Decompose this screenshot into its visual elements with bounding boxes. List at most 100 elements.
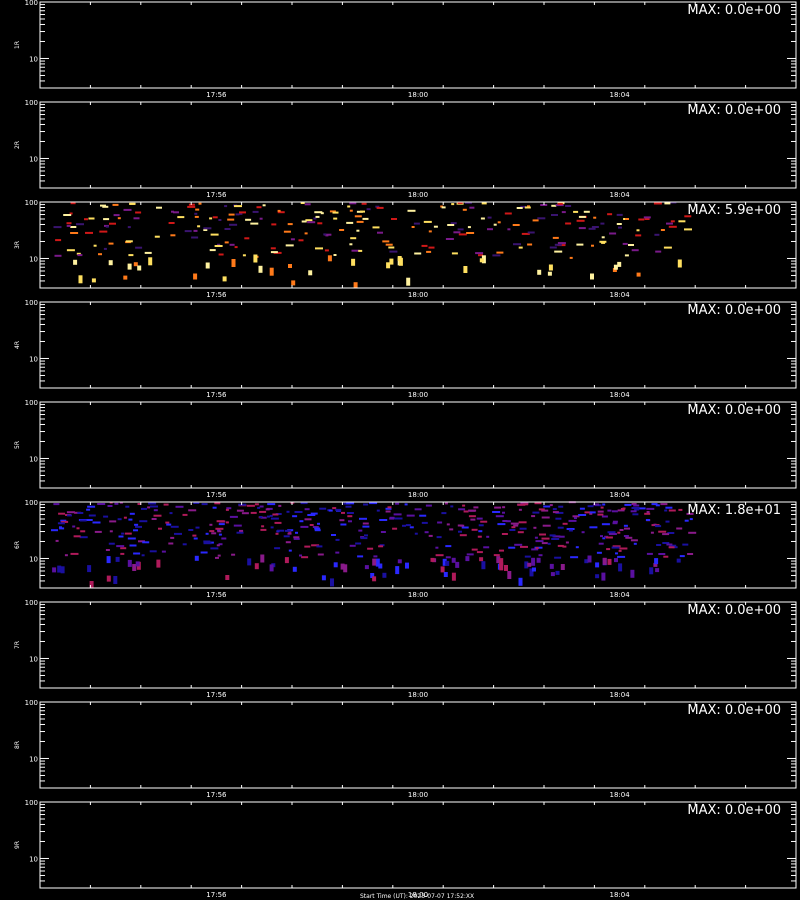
heatmap-cell (135, 246, 143, 249)
x-tick-label: 18:00 (408, 91, 428, 99)
heatmap-cell (552, 236, 559, 239)
heatmap-cell (54, 254, 62, 257)
heatmap-cell (87, 505, 96, 508)
heatmap-cell (261, 525, 265, 528)
heatmap-cell (269, 564, 274, 572)
heatmap-cell (541, 516, 550, 519)
heatmap-cell (599, 240, 607, 243)
heatmap-cell (197, 225, 201, 228)
heatmap-cell (195, 526, 200, 529)
heatmap-cell (411, 226, 415, 228)
heatmap-cell (614, 558, 618, 563)
heatmap-cell (64, 554, 68, 557)
heatmap-cell (235, 213, 240, 216)
heatmap-cell (468, 509, 477, 512)
heatmap-cell (216, 544, 220, 547)
heatmap-cell (389, 516, 395, 519)
heatmap-cell (227, 218, 235, 221)
heatmap-cell (335, 551, 340, 554)
heatmap-cell (120, 552, 125, 555)
y-axis-label: 1R (14, 41, 21, 49)
heatmap-cell (272, 513, 279, 516)
heatmap-cell (387, 506, 392, 509)
x-tick-label: 18:00 (408, 191, 428, 199)
heatmap-cell (502, 506, 506, 509)
heatmap-cell (153, 514, 162, 517)
heatmap-cell (156, 206, 162, 209)
heatmap-cell (270, 517, 279, 520)
heatmap-cell (214, 502, 221, 505)
heatmap-cell (590, 273, 594, 280)
heatmap-cell (612, 522, 618, 525)
heatmap-cell (539, 533, 546, 536)
heatmap-cell (358, 529, 363, 532)
heatmap-cell (607, 558, 612, 565)
heatmap-cell (419, 514, 427, 517)
heatmap-cell (607, 531, 616, 534)
heatmap-cell (378, 563, 383, 569)
heatmap-cell (335, 538, 340, 541)
heatmap-cell (451, 572, 456, 581)
heatmap-cell (224, 205, 228, 208)
heatmap-cell (55, 539, 59, 542)
heatmap-cell (170, 234, 176, 237)
heatmap-cell (364, 534, 368, 537)
heatmap-cell (653, 202, 662, 205)
heatmap-cell (91, 278, 96, 283)
heatmap-cell (127, 226, 131, 229)
heatmap-cell (53, 503, 60, 506)
heatmap-cell (229, 515, 238, 518)
heatmap-cell (550, 572, 555, 577)
heatmap-cell (527, 562, 532, 567)
heatmap-cell (60, 566, 65, 574)
heatmap-cell (231, 553, 236, 556)
heatmap-cell (447, 224, 455, 226)
heatmap-cell (510, 522, 519, 525)
heatmap-cell (507, 228, 511, 231)
heatmap-cell (395, 502, 400, 505)
heatmap-cell (332, 507, 337, 510)
heatmap-cell (684, 519, 689, 522)
heatmap-cell (141, 507, 147, 510)
heatmap-cell (168, 222, 175, 224)
heatmap-cell (262, 204, 266, 207)
heatmap-cell (465, 556, 470, 562)
heatmap-cell (501, 533, 508, 535)
heatmap-cell (406, 277, 411, 286)
heatmap-cell (98, 253, 102, 256)
heatmap-cell (154, 235, 160, 238)
heatmap-cell (547, 542, 551, 545)
heatmap-cell (134, 523, 139, 526)
heatmap-cell (205, 262, 210, 269)
heatmap-cell (166, 523, 172, 526)
heatmap-cell (451, 557, 456, 563)
heatmap-cell (170, 536, 175, 539)
x-tick-label: 17:56 (206, 91, 227, 99)
heatmap-cell (508, 546, 516, 549)
heatmap-cell (123, 516, 127, 519)
heatmap-cell (106, 575, 111, 582)
heatmap-cell (551, 538, 560, 540)
heatmap-cell (292, 515, 298, 518)
heatmap-cell (391, 218, 397, 220)
heatmap-cell (414, 532, 418, 535)
heatmap-cell (538, 554, 543, 557)
heatmap-cell (340, 523, 347, 526)
heatmap-cell (129, 512, 135, 515)
y-tick-label: 10 (29, 455, 38, 463)
heatmap-cell (676, 527, 683, 530)
heatmap-cell (174, 532, 182, 535)
heatmap-cell (394, 517, 403, 520)
heatmap-cell (646, 552, 653, 555)
heatmap-cell (463, 510, 469, 513)
heatmap-cell (346, 221, 354, 224)
heatmap-cell (532, 219, 539, 222)
heatmap-cell (619, 547, 628, 550)
heatmap-cell (225, 508, 229, 511)
heatmap-cell (133, 529, 138, 532)
heatmap-cell (561, 211, 566, 214)
heatmap-cell (430, 557, 435, 562)
heatmap-cell (677, 259, 682, 268)
heatmap-cell (113, 576, 118, 584)
heatmap-cell (304, 545, 311, 548)
